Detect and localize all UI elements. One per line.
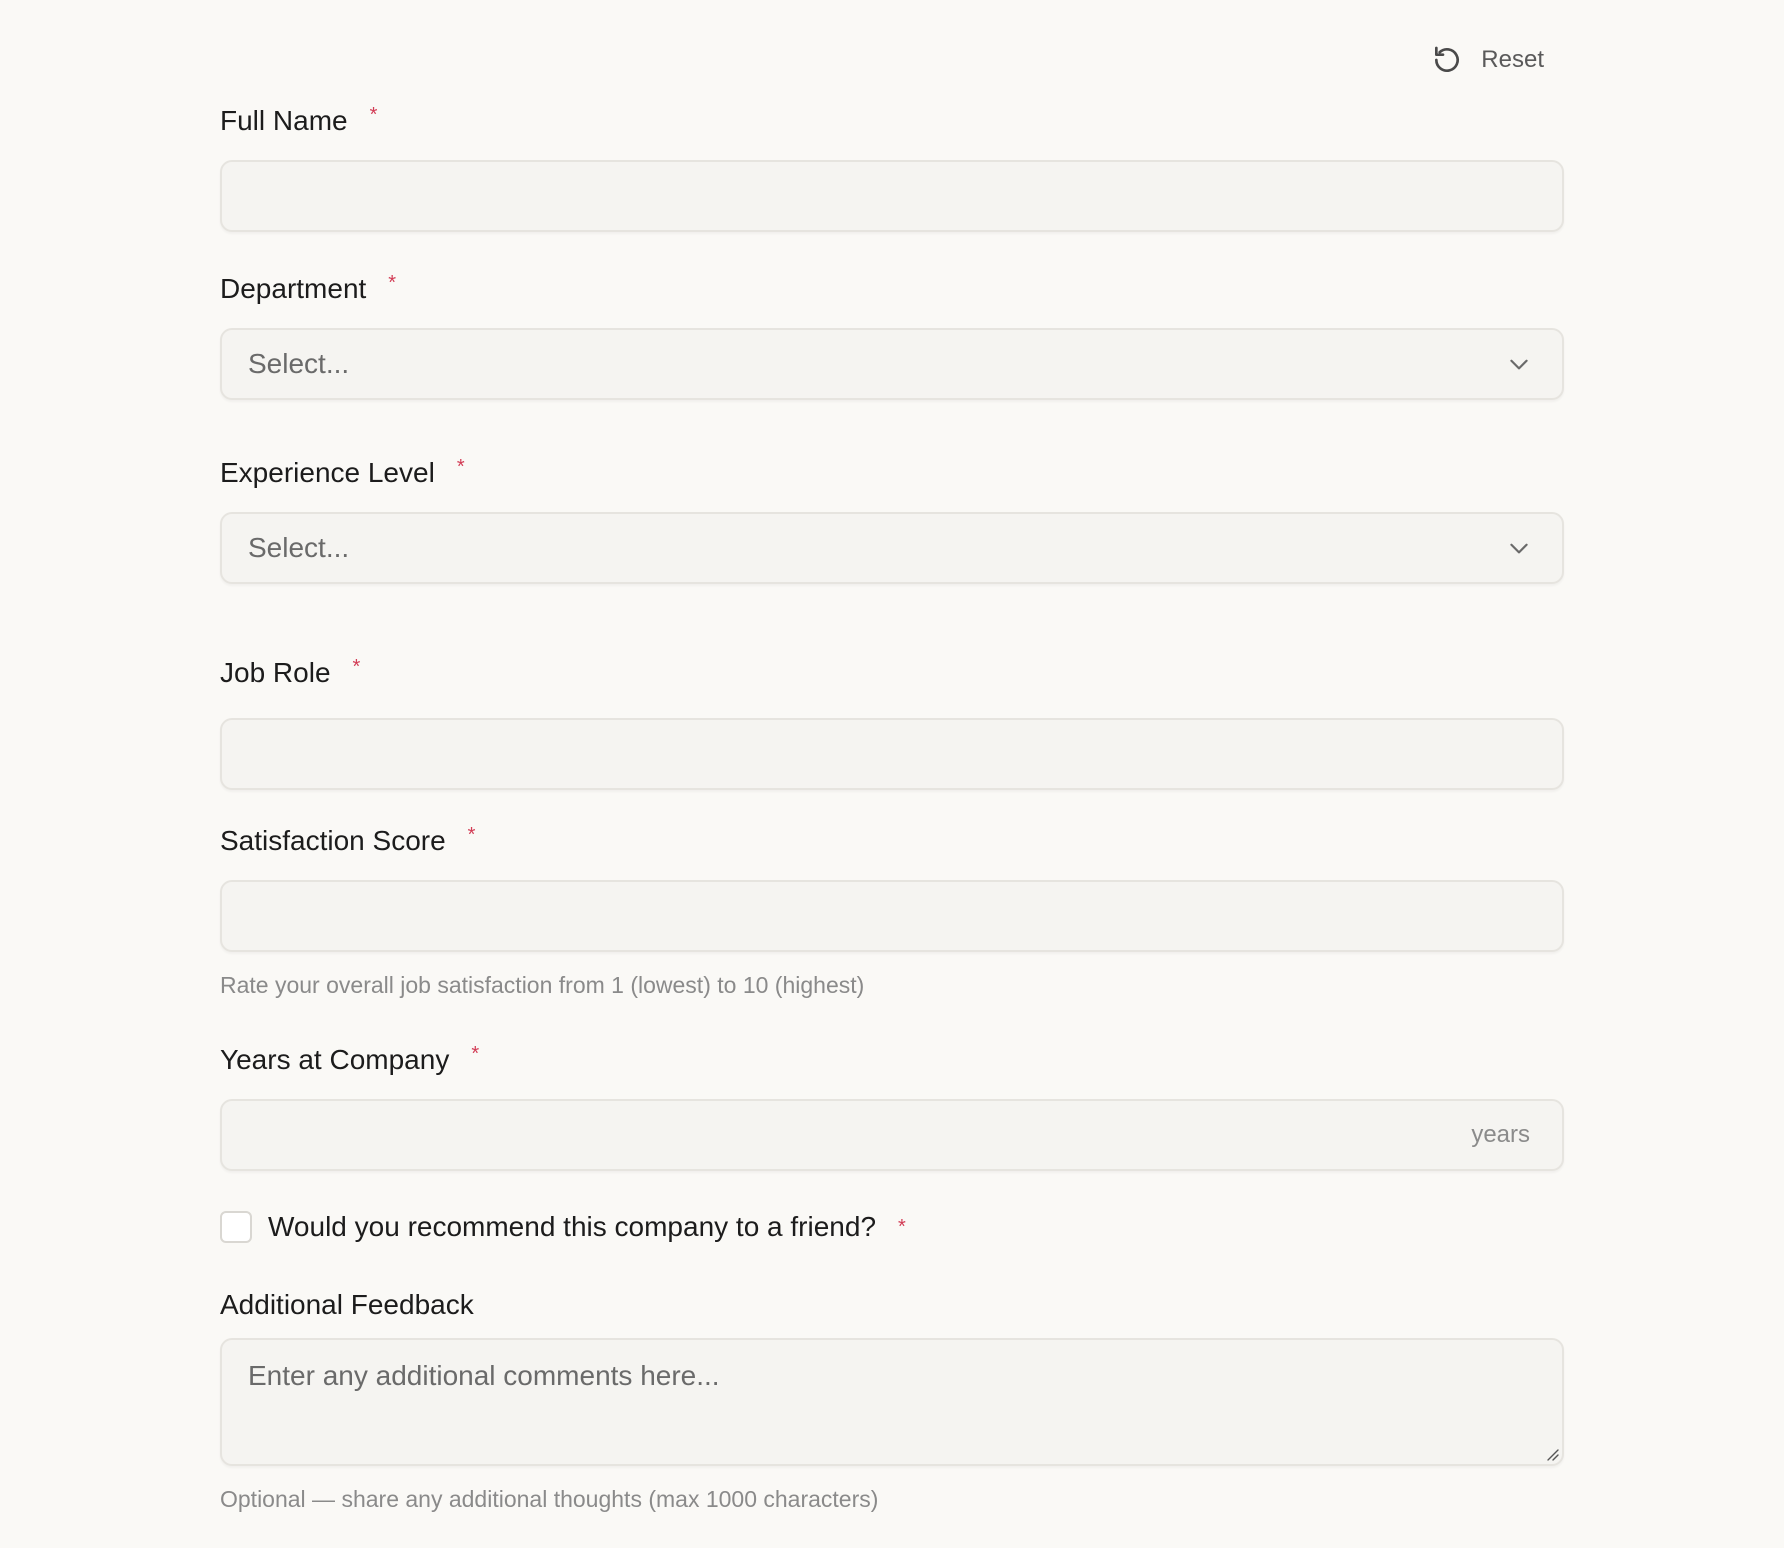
additional-feedback-label: Additional Feedback bbox=[220, 1289, 474, 1320]
job-role-input-box bbox=[220, 718, 1564, 790]
satisfaction-score-input[interactable] bbox=[222, 882, 1562, 950]
required-marker: * bbox=[388, 272, 397, 294]
required-marker: * bbox=[369, 104, 378, 126]
reset-label: Reset bbox=[1481, 46, 1544, 73]
experience-level-label: Experience Level bbox=[220, 457, 435, 488]
additional-feedback-help: Optional — share any additional thoughts… bbox=[220, 1486, 879, 1512]
department-label-row: Department * bbox=[220, 272, 1564, 306]
experience-level-field: Experience Level * Select... bbox=[220, 456, 1564, 584]
chevron-down-icon bbox=[1510, 359, 1528, 370]
years-at-company-field: Years at Company * years bbox=[220, 1043, 1564, 1171]
full-name-label-row: Full Name * bbox=[220, 104, 1564, 138]
years-at-company-input[interactable] bbox=[222, 1101, 1562, 1169]
satisfaction-score-field: Satisfaction Score * Rate your overall j… bbox=[220, 824, 1564, 999]
satisfaction-score-help: Rate your overall job satisfaction from … bbox=[220, 972, 865, 998]
experience-level-label-row: Experience Level * bbox=[220, 456, 1564, 490]
job-role-input[interactable] bbox=[222, 720, 1562, 788]
full-name-label: Full Name bbox=[220, 105, 348, 136]
required-marker: * bbox=[352, 656, 361, 678]
satisfaction-score-label-row: Satisfaction Score * bbox=[220, 824, 1564, 858]
satisfaction-score-label: Satisfaction Score bbox=[220, 825, 446, 856]
department-field: Department * Select... bbox=[220, 272, 1564, 400]
required-marker: * bbox=[467, 824, 476, 846]
department-label: Department bbox=[220, 273, 367, 304]
recommend-checkbox[interactable] bbox=[220, 1211, 252, 1243]
experience-level-select-value: Select... bbox=[248, 532, 350, 563]
job-role-field: Job Role * bbox=[220, 656, 1564, 790]
job-role-label-row: Job Role * bbox=[220, 656, 1564, 690]
department-select[interactable]: Select... bbox=[220, 328, 1564, 400]
years-suffix: years bbox=[1471, 1121, 1530, 1148]
full-name-input[interactable] bbox=[222, 162, 1562, 230]
job-role-label: Job Role bbox=[220, 657, 331, 688]
years-at-company-label: Years at Company bbox=[220, 1044, 450, 1075]
required-marker: * bbox=[456, 456, 465, 478]
recommend-row: Would you recommend this company to a fr… bbox=[220, 1210, 906, 1244]
recommend-label[interactable]: Would you recommend this company to a fr… bbox=[268, 1211, 876, 1243]
full-name-input-box bbox=[220, 160, 1564, 232]
resize-handle-icon[interactable] bbox=[1544, 1446, 1560, 1462]
full-name-field: Full Name * bbox=[220, 104, 1564, 232]
additional-feedback-label-row: Additional Feedback bbox=[220, 1288, 1564, 1322]
required-marker: * bbox=[471, 1043, 480, 1065]
experience-level-select[interactable]: Select... bbox=[220, 512, 1564, 584]
chevron-down-icon bbox=[1510, 543, 1528, 554]
satisfaction-score-input-box bbox=[220, 880, 1564, 952]
additional-feedback-box bbox=[220, 1338, 1564, 1466]
additional-feedback-textarea[interactable] bbox=[222, 1340, 1562, 1464]
reset-icon bbox=[1435, 46, 1460, 72]
reset-button[interactable]: Reset bbox=[1411, 40, 1564, 80]
years-at-company-input-box: years bbox=[220, 1099, 1564, 1171]
required-marker: * bbox=[898, 1216, 906, 1238]
survey-page: Reset Full Name * Department * Select... bbox=[0, 0, 1784, 1548]
additional-feedback-field: Additional Feedback Optional — share any… bbox=[220, 1288, 1564, 1513]
department-select-value: Select... bbox=[248, 348, 350, 379]
years-at-company-label-row: Years at Company * bbox=[220, 1043, 1564, 1077]
